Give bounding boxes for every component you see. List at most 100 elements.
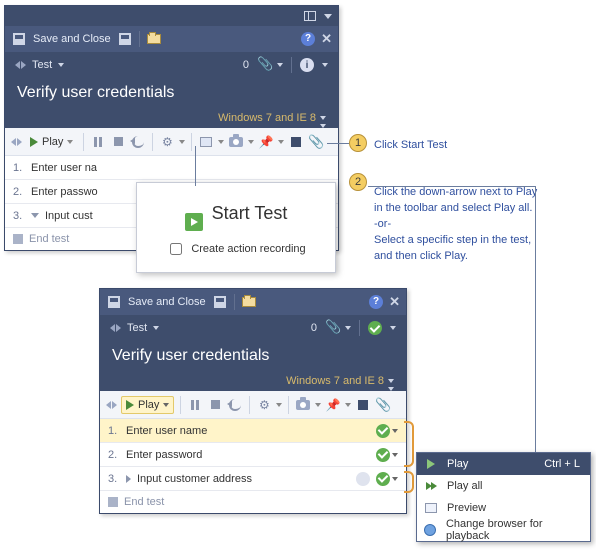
chevron-down-icon[interactable] <box>390 326 396 330</box>
step-row[interactable]: 1. Enter user na <box>5 156 338 180</box>
stop-icon[interactable] <box>207 397 223 413</box>
chevron-down-icon[interactable] <box>392 453 398 457</box>
pass-icon[interactable] <box>368 321 382 335</box>
play-button[interactable]: Play <box>121 396 174 414</box>
config-dropdown[interactable]: Windows 7 and IE 8 <box>100 373 406 387</box>
save-close-button[interactable]: Save and Close <box>33 33 111 45</box>
open-folder-icon[interactable] <box>241 294 257 310</box>
undo-icon[interactable] <box>130 134 146 150</box>
attachment-icon[interactable]: 📎 <box>375 397 391 413</box>
close-icon[interactable]: ✕ <box>321 31 332 47</box>
start-test-button[interactable]: Start Test <box>155 203 317 240</box>
diskette-icon[interactable] <box>117 31 133 47</box>
chevron-down-icon[interactable] <box>58 63 64 67</box>
save-icon[interactable] <box>106 294 122 310</box>
camera-icon[interactable] <box>295 397 311 413</box>
pass-icon[interactable] <box>376 472 390 486</box>
step-row[interactable]: 1. Enter user name <box>100 419 406 443</box>
chevron-down-icon[interactable] <box>163 403 169 407</box>
step-number: 2. <box>13 186 25 198</box>
play-icon <box>423 456 439 472</box>
brace-icon <box>404 471 414 493</box>
end-test-label: End test <box>29 233 69 245</box>
nav-arrows-icon[interactable] <box>106 401 117 409</box>
start-test-icon <box>185 213 203 231</box>
globe-icon <box>423 522 438 538</box>
attachment-icon[interactable]: 📎 <box>308 134 324 150</box>
info-icon[interactable]: i <box>300 58 314 72</box>
chevron-down-icon[interactable] <box>324 14 332 19</box>
callout-text-1: Click Start Test <box>374 138 447 154</box>
layout-icon[interactable] <box>304 11 316 21</box>
help-icon[interactable]: ? <box>301 32 315 46</box>
test-dropdown[interactable]: Test <box>32 59 52 71</box>
pass-icon[interactable] <box>376 448 390 462</box>
menu-item-play[interactable]: Play Ctrl + L <box>417 453 590 475</box>
help-icon[interactable]: ? <box>369 295 383 309</box>
status-icon[interactable] <box>356 472 370 486</box>
close-icon[interactable]: ✕ <box>389 294 400 310</box>
test-bar: Test 0 📎 <box>100 315 406 341</box>
chevron-down-icon[interactable] <box>277 63 283 67</box>
gear-icon[interactable]: ⚙ <box>159 134 175 150</box>
pause-icon[interactable] <box>187 397 203 413</box>
pin-icon[interactable]: 📌 <box>258 134 274 150</box>
diskette-icon[interactable] <box>212 294 228 310</box>
chevron-down-icon[interactable] <box>278 140 284 144</box>
step-number: 1. <box>108 425 120 437</box>
menu-item-preview[interactable]: Preview <box>417 497 590 519</box>
stop-icon[interactable] <box>110 134 126 150</box>
step-row[interactable]: 2. Enter password <box>100 443 406 467</box>
undo-icon[interactable] <box>227 397 243 413</box>
pass-icon[interactable] <box>376 424 390 438</box>
step-row[interactable]: 3. Input customer address <box>100 467 406 491</box>
menu-shortcut: Ctrl + L <box>544 458 580 470</box>
expand-icon[interactable] <box>31 213 39 218</box>
save-icon[interactable] <box>11 31 27 47</box>
create-recording-checkbox[interactable]: Create action recording <box>155 240 317 258</box>
pin-icon[interactable]: 📌 <box>325 397 341 413</box>
chevron-down-icon[interactable] <box>276 403 282 407</box>
camera-icon[interactable] <box>228 134 244 150</box>
chevron-down-icon[interactable] <box>153 326 159 330</box>
chevron-down-icon[interactable] <box>392 477 398 481</box>
chevron-down-icon[interactable] <box>345 326 351 330</box>
chevron-down-icon[interactable] <box>218 140 224 144</box>
nav-arrows-icon[interactable] <box>15 61 26 69</box>
save-close-button[interactable]: Save and Close <box>128 296 206 308</box>
config-dropdown[interactable]: Windows 7 and IE 8 <box>5 110 338 124</box>
step-number: 2. <box>108 449 120 461</box>
step-text: Input customer address <box>137 473 350 485</box>
count-label: 0 <box>311 322 317 334</box>
open-folder-icon[interactable] <box>146 31 162 47</box>
chevron-down-icon[interactable] <box>392 429 398 433</box>
attachment-icon[interactable]: 📎 <box>257 58 269 72</box>
checkbox-input[interactable] <box>170 243 182 255</box>
chevron-down-icon[interactable] <box>179 140 185 144</box>
nav-arrows-icon[interactable] <box>110 324 121 332</box>
test-dropdown[interactable]: Test <box>127 322 147 334</box>
chevron-down-icon[interactable] <box>322 63 328 67</box>
flag-icon[interactable] <box>288 134 304 150</box>
file-toolbar: Save and Close ? ✕ <box>5 26 338 52</box>
chevron-down-icon[interactable] <box>345 403 351 407</box>
play-button[interactable]: Play <box>26 134 77 150</box>
chevron-down-icon[interactable] <box>67 140 73 144</box>
gear-icon[interactable]: ⚙ <box>256 397 272 413</box>
screen-icon[interactable] <box>198 134 214 150</box>
chevron-down-icon[interactable] <box>248 140 254 144</box>
chevron-down-icon[interactable] <box>320 124 326 128</box>
nav-arrows-icon[interactable] <box>11 138 22 146</box>
expand-icon[interactable] <box>126 475 131 483</box>
playback-toolbar: Play ⚙ 📌 📎 <box>100 391 406 419</box>
step-list: 1. Enter user name 2. Enter password 3. … <box>100 419 406 513</box>
chevron-down-icon[interactable] <box>315 403 321 407</box>
flag-icon[interactable] <box>355 397 371 413</box>
file-toolbar: Save and Close ? ✕ <box>100 289 406 315</box>
end-test-row[interactable]: End test <box>100 491 406 513</box>
attachment-icon[interactable]: 📎 <box>325 321 337 335</box>
playback-toolbar: Play ⚙ 📌 📎 <box>5 128 338 156</box>
menu-item-change-browser[interactable]: Change browser for playback <box>417 519 590 541</box>
pause-icon[interactable] <box>90 134 106 150</box>
menu-item-play-all[interactable]: Play all <box>417 475 590 497</box>
